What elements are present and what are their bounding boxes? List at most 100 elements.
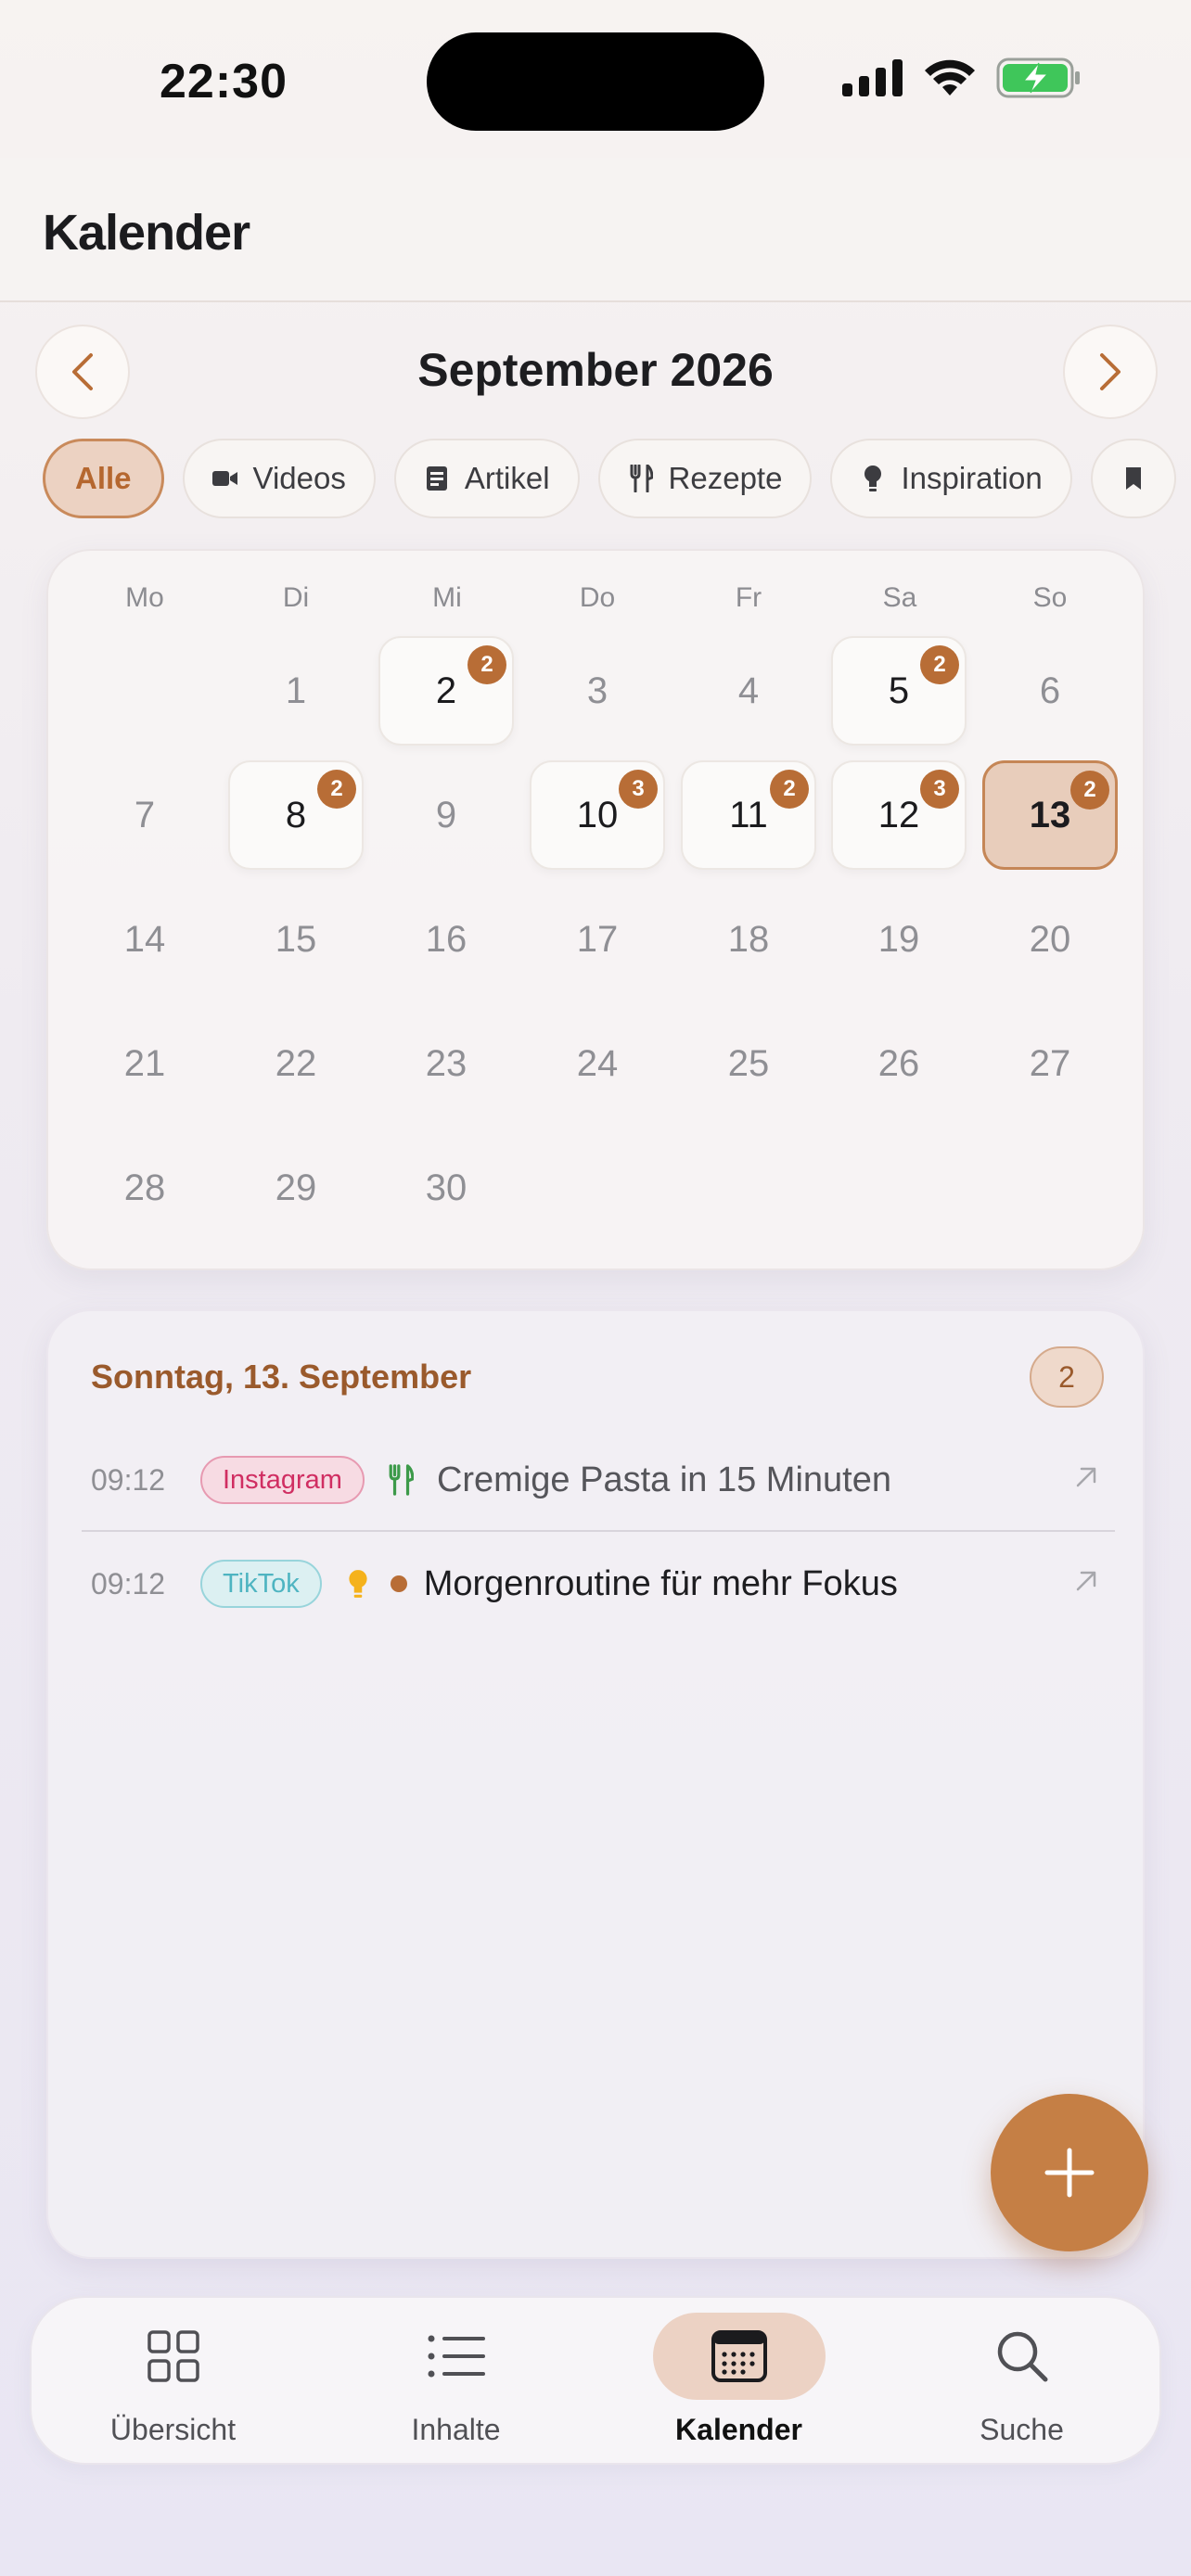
tab-label: Inhalte xyxy=(411,2413,501,2446)
filter-chip-label: Videos xyxy=(252,461,346,495)
day-number: 20 xyxy=(1029,918,1071,960)
open-external-icon[interactable] xyxy=(1070,1461,1102,1493)
tab-kalender[interactable]: Kalender xyxy=(597,2298,880,2467)
calendar-day-selected[interactable]: 13 2 xyxy=(982,760,1118,870)
calendar-day[interactable]: 4 xyxy=(681,636,816,746)
day-count-badge: 2 xyxy=(317,770,356,809)
filter-chips: Alle Videos Artikel Rezepte Inspiration xyxy=(43,439,1176,518)
tab-suche[interactable]: Suche xyxy=(880,2298,1163,2467)
calendar-day[interactable]: 21 xyxy=(77,1009,212,1118)
day-number: 15 xyxy=(275,918,317,960)
day-number: 18 xyxy=(727,918,770,960)
weekday-label: Mi xyxy=(432,582,462,613)
calendar-day[interactable]: 28 xyxy=(77,1133,212,1243)
open-external-icon[interactable] xyxy=(1070,1565,1102,1597)
calendar-day[interactable]: 10 3 xyxy=(530,760,665,870)
list-icon xyxy=(428,2335,485,2378)
calendar-day[interactable]: 6 xyxy=(982,636,1118,746)
list-item[interactable]: 09:12 TikTok Morgenroutine für mehr Foku… xyxy=(82,1534,1115,1634)
filter-chip-videos[interactable]: Videos xyxy=(182,439,376,518)
calendar-day[interactable]: 7 xyxy=(77,760,212,870)
signal-icon xyxy=(842,59,903,96)
day-number: 26 xyxy=(877,1042,920,1084)
calendar-day[interactable]: 52 xyxy=(831,636,967,746)
tab-icon-container xyxy=(652,2313,826,2400)
add-button[interactable] xyxy=(991,2094,1148,2251)
calendar-day[interactable]: 18 xyxy=(681,885,816,994)
day-count-badge: 2 xyxy=(467,645,506,684)
video-icon xyxy=(211,465,238,491)
platform-tag-tiktok: TikTok xyxy=(200,1560,322,1608)
calendar-day[interactable]: 11 2 xyxy=(681,760,816,870)
calendar-day[interactable]: 17 xyxy=(530,885,665,994)
calendar-day[interactable]: 29 xyxy=(228,1133,364,1243)
plus-icon xyxy=(1044,2148,1095,2198)
weekday-label: Sa xyxy=(882,582,917,613)
calendar-day[interactable]: 27 xyxy=(982,1009,1118,1118)
search-icon xyxy=(997,2331,1047,2382)
day-count-badge: 2 xyxy=(1070,771,1109,810)
tab-icon-container xyxy=(936,2313,1108,2400)
day-number: 17 xyxy=(576,918,619,960)
bookmark-icon xyxy=(1121,465,1146,491)
day-number: 23 xyxy=(425,1042,467,1084)
page-title: Kalender xyxy=(43,205,250,261)
day-number: 8 xyxy=(285,794,307,835)
filter-chip-inspiration[interactable]: Inspiration xyxy=(830,439,1072,518)
day-number: 24 xyxy=(576,1042,619,1084)
calendar-day[interactable]: 20 xyxy=(982,885,1118,994)
filter-chip-alle[interactable]: Alle xyxy=(43,439,164,518)
filter-chip-label: Rezepte xyxy=(668,461,783,495)
filter-chip-label: Inspiration xyxy=(901,461,1043,495)
day-number: 19 xyxy=(877,918,920,960)
next-month-button[interactable] xyxy=(1063,325,1158,419)
day-count-badge: 3 xyxy=(619,770,658,809)
calendar-day[interactable]: 23 xyxy=(378,1009,514,1118)
filter-chip-more[interactable] xyxy=(1090,439,1176,518)
chevron-right-icon xyxy=(1100,353,1121,390)
calendar-day[interactable]: 16 xyxy=(378,885,514,994)
tab-label: Übersicht xyxy=(109,2413,237,2446)
tab-label: Kalender xyxy=(675,2413,802,2446)
calendar-day[interactable]: 22 xyxy=(378,636,514,746)
filter-chip-rezepte[interactable]: Rezepte xyxy=(597,439,813,518)
dynamic-island xyxy=(427,32,764,131)
day-number: 16 xyxy=(425,918,467,960)
tab-label: Suche xyxy=(980,2413,1064,2446)
article-icon xyxy=(424,465,450,491)
item-title: Morgenroutine für mehr Fokus xyxy=(423,1563,898,1603)
item-time: 09:12 xyxy=(91,1566,166,1600)
filter-chip-label: Artikel xyxy=(464,461,550,495)
calendar-day[interactable]: 3 xyxy=(530,636,665,746)
calendar-day[interactable]: 9 xyxy=(378,760,514,870)
tab-overview[interactable]: Übersicht xyxy=(32,2298,314,2467)
day-number: 13 xyxy=(1029,794,1071,835)
calendar-day[interactable]: 26 xyxy=(831,1009,967,1118)
day-number: 14 xyxy=(123,918,166,960)
weekday-label: Do xyxy=(579,582,616,613)
filter-chip-artikel[interactable]: Artikel xyxy=(393,439,580,518)
calendar-day[interactable]: 14 xyxy=(77,885,212,994)
day-count-badge: 3 xyxy=(920,770,959,809)
selected-day-heading: Sonntag, 13. September xyxy=(91,1358,472,1396)
item-title: Cremige Pasta in 15 Minuten xyxy=(436,1460,891,1499)
calendar-day[interactable]: 12 3 xyxy=(831,760,967,870)
weekday-label: Fr xyxy=(735,582,762,613)
calendar-day[interactable]: 82 xyxy=(228,760,364,870)
calendar-day[interactable]: 15 xyxy=(228,885,364,994)
fork-knife-icon xyxy=(385,1463,416,1497)
day-count-badge: 2 xyxy=(920,645,959,684)
calendar-day[interactable]: 1 xyxy=(228,636,364,746)
calendar-day[interactable]: 24 xyxy=(530,1009,665,1118)
bulb-icon xyxy=(342,1567,374,1600)
calendar-day[interactable]: 22 xyxy=(228,1009,364,1118)
calendar-day[interactable]: 19 xyxy=(831,885,967,994)
tab-inhalte[interactable]: Inhalte xyxy=(314,2298,597,2467)
list-item[interactable]: 09:12 Instagram Cremige Pasta in 15 Minu… xyxy=(82,1430,1115,1530)
calendar-day[interactable]: 30 xyxy=(378,1133,514,1243)
wifi-icon xyxy=(925,59,975,96)
day-detail-card: Sonntag, 13. September 2 09:12 Instagram… xyxy=(46,1309,1145,2259)
day-number: 12 xyxy=(877,794,920,835)
calendar-day[interactable]: 25 xyxy=(681,1009,816,1118)
weekday-header: Mo Di Mi Do Fr Sa So xyxy=(48,582,1143,619)
